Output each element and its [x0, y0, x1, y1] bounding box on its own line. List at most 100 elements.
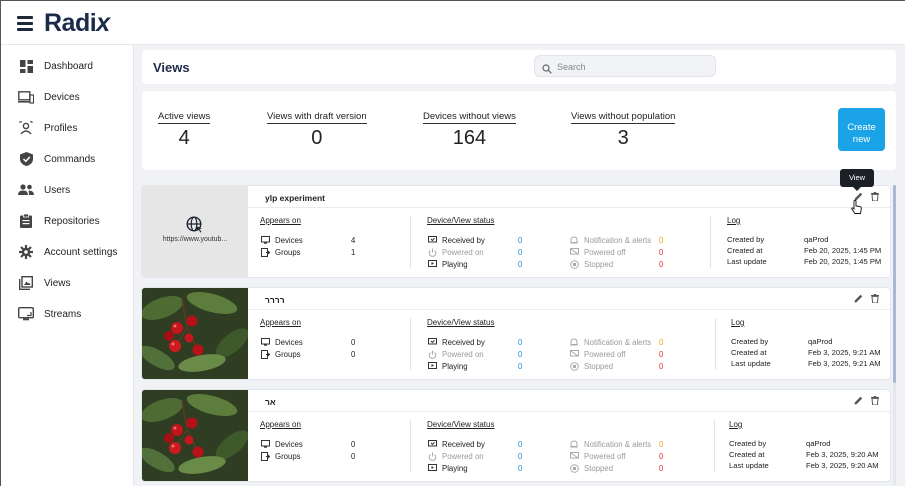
devices-row: Devices [260, 235, 303, 245]
groups-count: 0 [351, 350, 356, 359]
created-by-label: Created by [727, 235, 765, 244]
view-title[interactable]: ylp experiment [265, 193, 325, 203]
sidebar-item-users[interactable]: Users [1, 178, 134, 202]
groups-count: 1 [351, 248, 356, 257]
powered-off-row: Powered off [569, 451, 625, 461]
power-icon [427, 349, 437, 359]
users-icon [18, 182, 34, 198]
delete-icon[interactable] [870, 191, 880, 201]
sidebar-item-account-settings[interactable]: Account settings [1, 240, 134, 264]
created-at-value: Feb 20, 2025, 1:45 PM [804, 246, 882, 255]
cherry-image [142, 390, 248, 481]
view-title[interactable]: אר [265, 397, 276, 407]
power-icon [427, 451, 437, 461]
powered-off-count: 0 [659, 248, 664, 257]
stat-label[interactable]: Views with draft version [267, 111, 367, 124]
devices-count: 4 [351, 236, 356, 245]
menu-icon[interactable] [17, 16, 33, 31]
section-separator [710, 216, 711, 268]
created-at-value: Feb 3, 2025, 9:20 AM [806, 450, 879, 459]
page-header: Views [142, 50, 896, 84]
stopped-count: 0 [659, 362, 664, 371]
sidebar-item-dashboard[interactable]: Dashboard [1, 54, 134, 78]
devices-count: 0 [351, 440, 356, 449]
sidebar-item-devices[interactable]: Devices [1, 85, 134, 109]
powered-off-row: Powered off [569, 349, 625, 359]
sidebar-item-label: Views [44, 277, 71, 289]
received-by-count: 0 [518, 236, 523, 245]
groups-icon [260, 247, 270, 257]
received-by-label: Received by [442, 235, 485, 245]
devices-icon [18, 89, 34, 105]
search-icon [542, 61, 552, 79]
created-by-label: Created by [731, 337, 769, 346]
sidebar-item-repositories[interactable]: Repositories [1, 209, 134, 233]
view-card[interactable]: רררר Appears on Devices 0 Groups 0 Devic… [142, 288, 890, 379]
received-by-row: Received by [427, 439, 485, 449]
groups-label: Groups [275, 247, 301, 257]
stat-active-views: Active views 4 [158, 106, 211, 150]
created-by-label: Created by [729, 439, 767, 448]
scrollbar-thumb[interactable] [893, 185, 896, 383]
bell-icon [569, 439, 579, 449]
stat-label[interactable]: Views without population [571, 111, 676, 124]
monitor-off-icon [569, 349, 579, 359]
sidebar-item-label: Commands [44, 153, 96, 165]
appears-on-title: Appears on [260, 216, 301, 225]
monitor-off-icon [569, 247, 579, 257]
dashboard-icon [18, 58, 34, 74]
edit-icon[interactable] [853, 395, 863, 405]
sidebar-item-views[interactable]: Views [1, 271, 134, 295]
monitor-icon [260, 337, 270, 347]
views-icon [18, 275, 34, 291]
logo-x-mark: x [96, 9, 110, 37]
stopped-label: Stopped [584, 259, 614, 269]
view-thumbnail: https://www.youtub... [142, 186, 248, 277]
stat-label[interactable]: Devices without views [423, 111, 516, 124]
section-separator [410, 216, 411, 268]
stat-label[interactable]: Active views [158, 111, 211, 124]
monitor-icon [260, 439, 270, 449]
delete-icon[interactable] [870, 395, 880, 405]
notification-count: 0 [659, 338, 664, 347]
groups-icon [260, 451, 270, 461]
search-input[interactable] [557, 59, 707, 74]
gear-icon [18, 244, 34, 260]
stopped-row: Stopped [569, 259, 613, 269]
view-title[interactable]: רררר [265, 295, 285, 305]
view-card[interactable]: אר Appears on Devices 0 Groups 0 Device/… [142, 390, 890, 481]
stopped-count: 0 [659, 464, 664, 473]
notification-label: Notification & alerts [584, 235, 652, 245]
devices-row: Devices [260, 337, 303, 347]
sidebar-item-label: Profiles [44, 122, 78, 134]
received-by-row: Received by [427, 235, 485, 245]
clipboard-icon [18, 213, 34, 229]
sidebar-item-commands[interactable]: Commands [1, 147, 134, 171]
created-at-label: Created at [727, 246, 763, 255]
sidebar: Dashboard Devices Profiles Commands User… [1, 45, 134, 486]
created-by-value: qaProd [804, 235, 829, 244]
stat-value: 4 [178, 127, 190, 149]
delete-icon[interactable] [870, 293, 880, 303]
card-divider [248, 309, 890, 310]
bell-icon [569, 235, 579, 245]
created-at-value: Feb 3, 2025, 9:21 AM [808, 348, 881, 357]
sidebar-item-streams[interactable]: Streams [1, 302, 134, 326]
edit-icon[interactable] [853, 293, 863, 303]
create-new-button[interactable]: Create new [838, 108, 885, 151]
card-actions [853, 395, 880, 405]
groups-label: Groups [275, 451, 301, 461]
view-card[interactable]: https://www.youtub... ylp experiment App… [142, 186, 890, 277]
received-icon [427, 235, 437, 245]
powered-on-row: Powered on [427, 349, 484, 359]
created-by-value: qaProd [806, 439, 831, 448]
last-update-value: Feb 3, 2025, 9:21 AM [808, 359, 881, 368]
received-by-count: 0 [518, 440, 523, 449]
status-title: Device/View status [427, 318, 495, 327]
powered-on-label: Powered on [442, 247, 484, 257]
search-box[interactable] [534, 55, 716, 77]
power-icon [427, 247, 437, 257]
sidebar-item-profiles[interactable]: Profiles [1, 116, 134, 140]
streams-icon [18, 306, 34, 322]
powered-on-label: Powered on [442, 349, 484, 359]
